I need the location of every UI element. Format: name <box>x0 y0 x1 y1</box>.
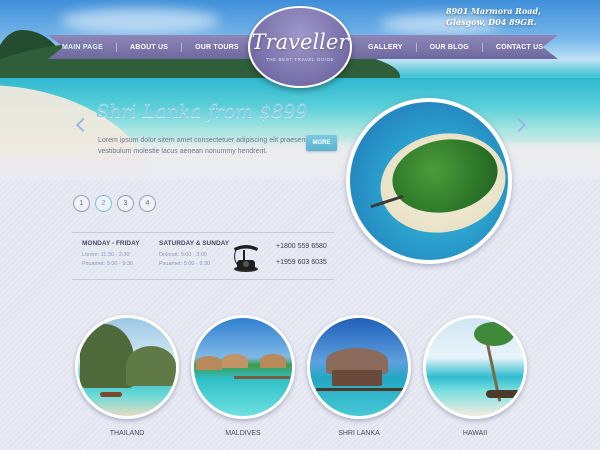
telephone-icon <box>234 245 258 272</box>
nav-divider <box>481 42 483 52</box>
weekend-title: SATURDAY & SUNDAY <box>159 240 230 247</box>
destination-label[interactable]: SHRI LANKA <box>307 430 411 437</box>
weekday-hours: MONDAY - FRIDAY Lorem: 11:30 - 2:30 Psua… <box>82 240 140 267</box>
opening-hours: MONDAY - FRIDAY Lorem: 11:30 - 2:30 Psua… <box>72 232 334 280</box>
nav-divider <box>115 42 117 52</box>
weekend-hours: SATURDAY & SUNDAY Dolorsit: 9:00 - 3:00 … <box>159 240 230 267</box>
weekend-line-2: Psuamet: 5:00 - 9:30 <box>159 261 211 267</box>
address-line-2: Glasgow, D04 89GR. <box>446 17 537 27</box>
destination-shri-lanka[interactable]: SHRI LANKA <box>307 315 411 437</box>
slider-pagination: 1 2 3 4 <box>73 195 161 212</box>
pager-dot-4[interactable]: 4 <box>139 195 156 212</box>
pager-dot-1[interactable]: 1 <box>73 195 90 212</box>
destination-hawaii[interactable]: HAWAII <box>423 315 527 437</box>
nav-item-about-us[interactable]: ABOUT US <box>130 44 168 51</box>
weekday-line-2: Psuamet: 5:00 - 9:30 <box>82 261 134 267</box>
header-address: 8901 Marmora Road, Glasgow, D04 89GR. <box>446 6 596 28</box>
destination-label[interactable]: MALDIVES <box>191 430 295 437</box>
nav-item-our-blog[interactable]: OUR BLOG <box>430 44 469 51</box>
nav-left: MAIN PAGE ABOUT US OUR TOURS <box>62 35 239 59</box>
slide-title: Shri Lanka from $899 <box>96 100 308 122</box>
destination-maldives[interactable]: MALDIVES <box>191 315 295 437</box>
nav-right: GALLERY OUR BLOG CONTACT US <box>368 35 543 59</box>
destination-image-thailand[interactable] <box>75 315 179 419</box>
phone-number-1[interactable]: +1800 559 6580 <box>276 243 327 250</box>
logo-tagline: THE BEST TRAVEL GUIDE <box>265 57 335 62</box>
nav-divider <box>415 42 417 52</box>
weekend-line-1: Dolorsit: 9:00 - 3:00 <box>159 252 207 258</box>
pager-dot-2[interactable]: 2 <box>95 195 112 212</box>
destination-image-maldives[interactable] <box>191 315 295 419</box>
nav-divider <box>181 42 183 52</box>
featured-island-image <box>346 98 512 264</box>
nav-item-our-tours[interactable]: OUR TOURS <box>195 44 239 51</box>
divider <box>72 232 334 233</box>
more-button[interactable]: MORE <box>306 135 337 151</box>
pager-dot-3[interactable]: 3 <box>117 195 134 212</box>
divider <box>72 279 334 280</box>
destination-image-shri-lanka[interactable] <box>307 315 411 419</box>
destination-thailand[interactable]: THAILAND <box>75 315 179 437</box>
address-line-1: 8901 Marmora Road, <box>446 6 541 16</box>
weekday-line-1: Lorem: 11:30 - 2:30 <box>82 252 130 258</box>
site-logo[interactable]: Traveller THE BEST TRAVEL GUIDE <box>248 6 352 88</box>
nav-item-contact-us[interactable]: CONTACT US <box>496 44 543 51</box>
nav-item-gallery[interactable]: GALLERY <box>368 44 403 51</box>
destination-label[interactable]: THAILAND <box>75 430 179 437</box>
destination-label[interactable]: HAWAII <box>423 430 527 437</box>
nav-item-main-page[interactable]: MAIN PAGE <box>62 44 103 51</box>
logo-title: Traveller <box>251 30 349 54</box>
slide-description: Lorem ipsum dolor sitem amet consectetue… <box>98 137 308 155</box>
phone-number-2[interactable]: +1959 603 6035 <box>276 259 327 266</box>
weekday-title: MONDAY - FRIDAY <box>82 240 140 247</box>
phone-numbers: +1800 559 6580 +1959 603 6035 <box>276 243 327 266</box>
destination-image-hawaii[interactable] <box>423 315 527 419</box>
